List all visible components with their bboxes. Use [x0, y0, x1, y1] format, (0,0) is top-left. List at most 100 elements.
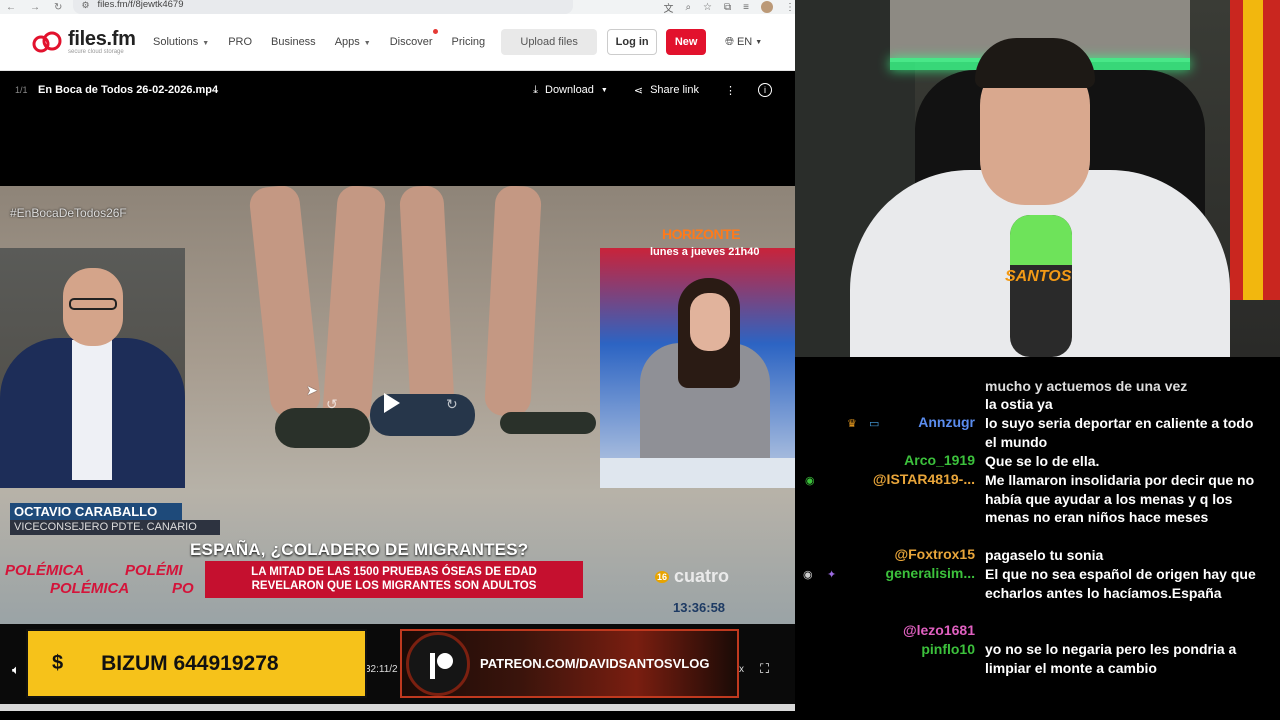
playback-time: 32:11/2 [365, 664, 398, 675]
eye-badge-icon: ◉ [805, 475, 815, 487]
chevron-down-icon: ▼ [202, 40, 210, 47]
patreon-text: PATREON.COM/DAVIDSANTOSVLOG [480, 656, 710, 671]
reload-icon[interactable]: ↻ [54, 2, 62, 13]
mic-brand: SANTOS [1005, 268, 1072, 285]
fullscreen-icon[interactable]: ⛶ [760, 661, 769, 677]
news-subheadline: LA MITAD DE LAS 1500 PRUEBAS ÓSEAS DE ED… [205, 561, 583, 598]
login-button[interactable]: Log in [607, 29, 658, 55]
news-headline: ESPAÑA, ¿COLADERO DE MIGRANTES? [190, 540, 529, 559]
chevron-down-icon: ▼ [600, 86, 608, 94]
logo-name: files.fm [68, 27, 136, 50]
menu-solutions[interactable]: Solutions ▼ [153, 36, 209, 48]
polemica-ticker: POLÉMICA POLÉMI POLÉMICA PO [5, 562, 194, 597]
address-bar[interactable]: ⚙ files.fm/f/8jewtk4679 [73, 0, 574, 14]
chat-text: Me llamaron insolidaria por decir que no… [985, 472, 1255, 525]
site-logo[interactable]: files.fm secure cloud storage [30, 29, 148, 56]
rewind-icon[interactable]: ↺ [326, 396, 338, 413]
menu-discover[interactable]: Discover [390, 29, 438, 48]
chat-username[interactable]: @Foxtrox15 [894, 546, 975, 562]
menu-pro[interactable]: PRO [228, 36, 252, 48]
studio-video-inset [600, 248, 795, 488]
chat-username[interactable]: pinflo10 [921, 641, 975, 657]
streamer-hair [975, 38, 1095, 88]
taskbar-strip [0, 704, 795, 711]
play-icon [384, 393, 400, 413]
translate-icon[interactable]: 文 [663, 0, 673, 15]
chat-username[interactable]: Arco_1919 [904, 452, 975, 468]
browser-tools: 文 ⌕ ☆ ⧉ ≡ ⋮ [663, 0, 795, 15]
chat-username[interactable]: @ISTAR4819-... [873, 471, 975, 487]
browser-window: ← → ↻ ⚙ files.fm/f/8jewtk4679 文 ⌕ ☆ ⧉ ≡ … [0, 0, 795, 720]
chat-username[interactable]: generalisim... [886, 565, 975, 581]
info-icon[interactable]: i [758, 83, 772, 97]
extensions-icon[interactable]: ⧉ [724, 2, 731, 13]
play-button[interactable] [384, 393, 406, 415]
bizum-overlay: $ BIZUM 644919278 [26, 629, 367, 698]
site-header: files.fm secure cloud storage Solutions ▼… [0, 14, 795, 71]
guest-name-caption: OCTAVIO CARABALLO [10, 503, 182, 520]
volume-icon[interactable]: 🔈︎ [12, 662, 20, 678]
live-chat: mucho y actuemos de una vez la ostia ya … [795, 357, 1280, 720]
video-hashtag: #EnBocaDeTodos26F [10, 206, 127, 220]
video-frame[interactable]: #EnBocaDeTodos26F HORIZONTE lunes a juev… [0, 186, 795, 624]
chat-text: lo suyo seria deportar en caliente a tod… [985, 415, 1254, 450]
download-button[interactable]: ⤓ Download ▼ [533, 84, 608, 97]
browser-toolbar: ← → ↻ ⚙ files.fm/f/8jewtk4679 文 ⌕ ☆ ⧉ ≡ … [0, 0, 795, 15]
patreon-logo-icon [406, 631, 470, 696]
share-link-button[interactable]: ⋖ Share link [634, 84, 699, 97]
webcam-feed: SANTOS [795, 0, 1280, 357]
chat-text: pagaselo tu sonia [985, 547, 1104, 563]
chat-username[interactable]: Annzugr [918, 414, 975, 430]
url-text: files.fm/f/8jewtk4679 [97, 0, 184, 10]
scene-leg [484, 186, 542, 418]
new-button[interactable]: New [666, 29, 707, 55]
chat-text: yo no se lo negaria pero les pondria a l… [985, 641, 1237, 676]
channel-rating: 16 [655, 571, 670, 584]
file-counter: 1/1 [15, 85, 28, 95]
mouse-cursor-icon: ➤ [306, 382, 318, 398]
cloud-logo-icon [32, 31, 62, 53]
bookmark-star-icon[interactable]: ☆ [703, 2, 712, 13]
guest-video-inset [0, 248, 185, 488]
language-selector[interactable]: 🌐︎ EN ▼ [725, 36, 762, 49]
chat-text: la ostia ya [985, 396, 1053, 412]
guest-role-caption: VICECONSEJERO PDTE. CANARIO [10, 520, 220, 535]
chat-text: mucho y actuemos de una vez [985, 378, 1188, 394]
notification-dot [432, 29, 438, 34]
back-icon[interactable]: ← [6, 2, 16, 13]
forward-icon[interactable]: ↻ [446, 396, 458, 413]
menu-business[interactable]: Business [271, 36, 316, 48]
promo-badge: HORIZONTE lunes a jueves 21h40 [650, 208, 790, 264]
eye-badge-icon: ◉ [803, 569, 813, 581]
reading-list-icon[interactable]: ≡ [743, 2, 749, 13]
menu-pricing[interactable]: Pricing [452, 36, 486, 48]
scene-leg [321, 186, 387, 428]
menu-apps[interactable]: Apps ▼ [335, 36, 371, 48]
browser-menu-icon[interactable]: ⋮ [785, 2, 795, 13]
profile-avatar[interactable] [761, 1, 773, 13]
zoom-icon[interactable]: ⌕ [685, 2, 691, 13]
language-label: EN [736, 36, 753, 48]
chevron-down-icon: ▼ [363, 40, 371, 47]
browser-nav: ← → ↻ [0, 2, 73, 13]
download-icon: ⤓ [533, 83, 538, 96]
crown-badge-icon: ♛ [847, 418, 857, 430]
player-header: 1/1 En Boca de Todos 26-02-2026.mp4 ⤓ Do… [0, 71, 795, 109]
close-partial: x [739, 664, 744, 675]
chevron-down-icon: ▼ [755, 38, 763, 46]
bizum-text: BIZUM 644919278 [101, 651, 279, 675]
channel-logo: 16 cuatro [655, 566, 730, 586]
chat-text: El que no sea español de origen hay que … [985, 566, 1256, 601]
globe-icon: 🌐︎ [725, 35, 734, 48]
scene-leg [399, 186, 455, 417]
chat-username[interactable]: @lezo1681 [903, 622, 975, 638]
site-info-icon[interactable]: ⚙ [81, 0, 89, 10]
promo-title: HORIZONTE [662, 226, 740, 242]
forward-icon[interactable]: → [30, 2, 40, 13]
broadcast-clock: 13:36:58 [673, 600, 726, 615]
more-options-icon[interactable]: ⋮ [725, 84, 736, 97]
share-icon: ⋖ [633, 84, 644, 97]
upload-files-button[interactable]: Upload files [501, 29, 598, 55]
file-name: En Boca de Todos 26-02-2026.mp4 [38, 84, 219, 96]
chat-text: Que se lo de ella. [985, 453, 1100, 469]
